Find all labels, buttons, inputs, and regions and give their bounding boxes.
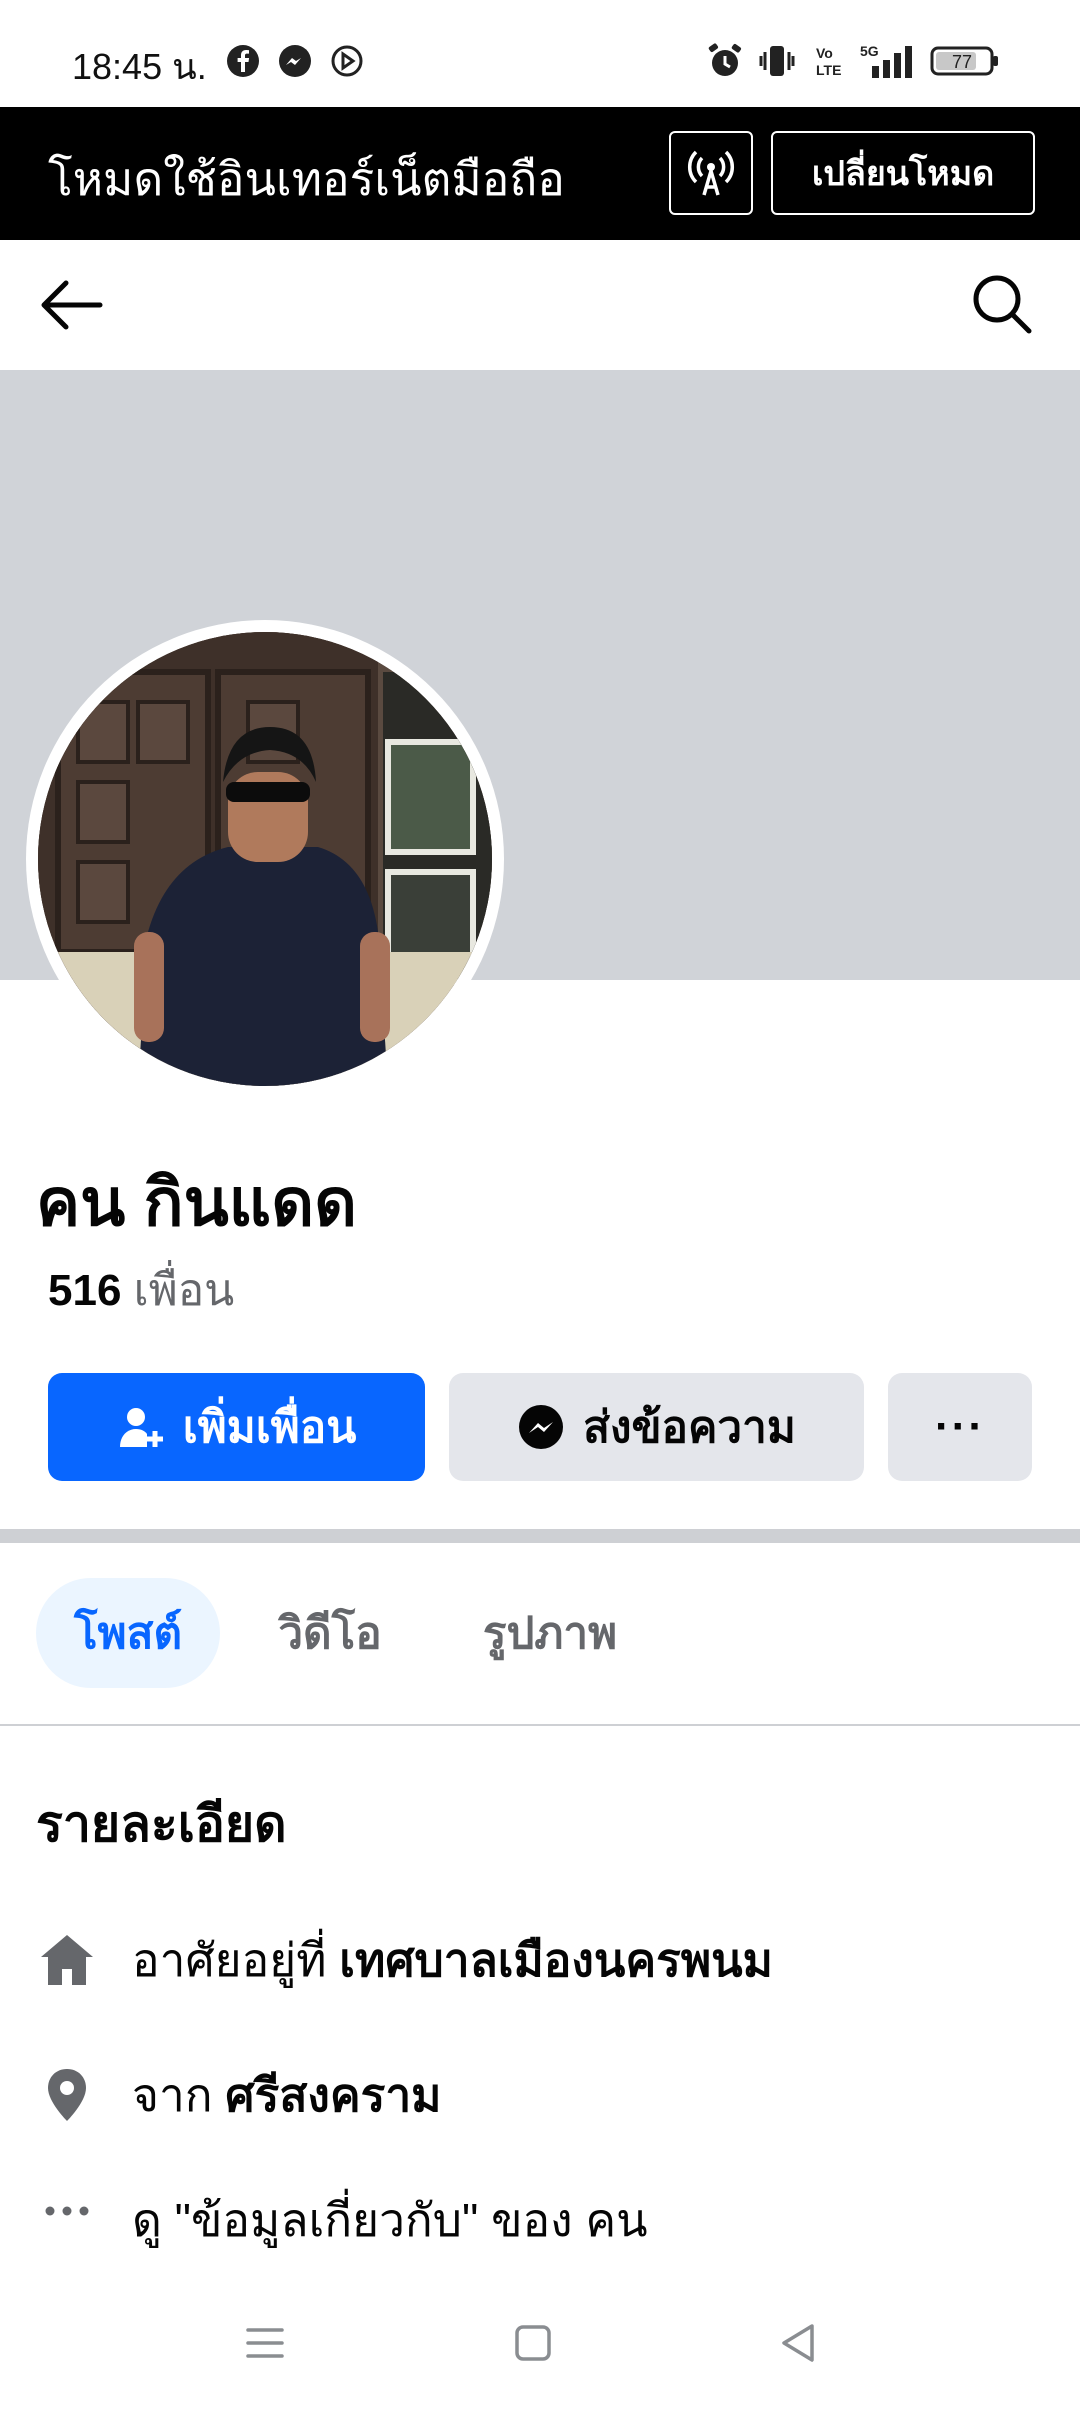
send-message-label: ส่งข้อความ [583, 1403, 796, 1452]
facebook-icon [227, 45, 259, 77]
add-friend-label: เพิ่มเพื่อน [182, 1403, 357, 1452]
from-value[interactable]: ศรีสงคราม [225, 2069, 441, 2121]
battery-icon: 77 [930, 42, 1000, 80]
vibrate-icon [759, 46, 795, 76]
home-button-icon[interactable] [510, 2320, 556, 2366]
detail-lives-in: อาศัยอยู่ที่ เทศบาลเมืองนครพนม [36, 1920, 773, 2000]
profile-avatar[interactable] [26, 620, 504, 1098]
details-heading: รายละเอียด [36, 1796, 287, 1852]
profile-top-nav [0, 240, 1080, 370]
banner-text: โหมดใช้อินเทอร์เน็ตมือถือ [48, 153, 565, 205]
add-person-icon [119, 1408, 163, 1447]
svg-text:Vo: Vo [816, 45, 833, 61]
home-icon [41, 1935, 93, 1985]
about-link-text: ดู "ข้อมูลเกี่ยวกับ" ของ คน [132, 2193, 648, 2246]
add-friend-button[interactable]: เพิ่มเพื่อน [48, 1373, 425, 1481]
battery-level: 77 [952, 52, 972, 72]
more-dots-icon [45, 2206, 89, 2216]
system-nav-bar [0, 2290, 1080, 2412]
recent-apps-icon[interactable] [242, 2320, 288, 2366]
back-nav-icon[interactable] [776, 2320, 822, 2366]
tab-videos[interactable]: วิดีโอ [250, 1578, 410, 1688]
alarm-icon [708, 43, 742, 76]
antenna-button[interactable] [669, 131, 753, 215]
svg-text:LTE: LTE [816, 62, 841, 78]
more-options-button[interactable]: ··· [888, 1373, 1032, 1481]
messenger-icon [519, 1405, 564, 1449]
status-time: 18:45 น. [72, 46, 207, 87]
media-icon [331, 45, 363, 77]
status-bar: 18:45 น. Vo LTE 5G 77 [0, 0, 1080, 107]
more-icon: ··· [935, 1402, 985, 1451]
search-icon[interactable] [970, 272, 1034, 336]
signal-5g-icon: 5G [860, 43, 912, 78]
tab-posts[interactable]: โพสต์ [36, 1578, 220, 1688]
switch-mode-button[interactable]: เปลี่ยนโหมด [771, 131, 1035, 215]
detail-about-link[interactable]: ดู "ข้อมูลเกี่ยวกับ" ของ คน [36, 2180, 648, 2260]
svg-text:5G: 5G [860, 43, 879, 59]
profile-photo [38, 632, 492, 1086]
friends-count[interactable]: 516 เพื่อน [48, 1255, 234, 1325]
tab-photos[interactable]: รูปภาพ [450, 1578, 650, 1688]
lives-value[interactable]: เทศบาลเมืองนครพนม [339, 1934, 773, 1986]
location-pin-icon [48, 2069, 86, 2121]
volte-icon: Vo LTE [816, 45, 841, 78]
back-arrow-icon[interactable] [36, 275, 106, 335]
tabs-divider [0, 1724, 1080, 1726]
messenger-icon [279, 45, 311, 77]
section-divider [0, 1529, 1080, 1543]
friends-number: 516 [48, 1266, 122, 1315]
from-prefix: จาก [132, 2068, 213, 2121]
send-message-button[interactable]: ส่งข้อความ [449, 1373, 864, 1481]
profile-tabs: โพสต์ วิดีโอ รูปภาพ [0, 1578, 1080, 1688]
friends-label: เพื่อน [133, 1266, 235, 1315]
antenna-icon [688, 150, 734, 196]
mobile-data-banner: โหมดใช้อินเทอร์เน็ตมือถือ เปลี่ยนโหมด [0, 107, 1080, 240]
lives-prefix: อาศัยอยู่ที่ [132, 1933, 327, 1986]
detail-from: จาก ศรีสงคราม [36, 2055, 442, 2135]
profile-name: คน กินแดด [36, 1165, 357, 1239]
